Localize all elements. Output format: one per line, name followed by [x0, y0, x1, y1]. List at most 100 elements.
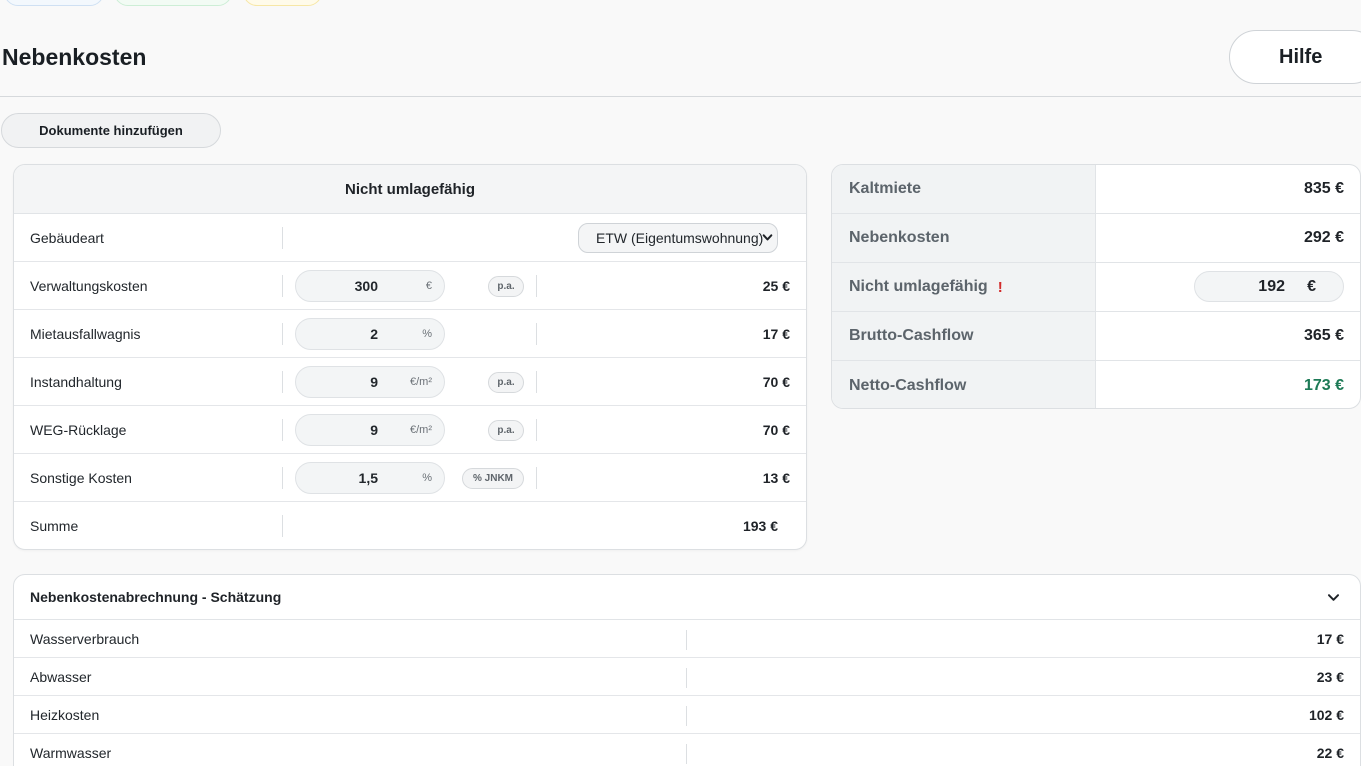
summary-label: Nicht umlagefähig ! [832, 263, 1096, 311]
warning-icon: ! [997, 278, 1003, 296]
input-value: 9 [370, 374, 378, 390]
period-tag[interactable]: p.a. [488, 372, 524, 393]
column-divider [282, 323, 283, 345]
cost-row-sonstige-kosten: Sonstige Kosten 1,5 % % JNKM 13 € [14, 454, 806, 502]
estimate-row-warmwasser: Warmwasser 22 € [14, 734, 1360, 766]
instandhaltung-input[interactable]: 9 €/m² [295, 366, 445, 398]
sonstige-kosten-input[interactable]: 1,5 % [295, 462, 445, 494]
chevron-down-icon[interactable] [1327, 591, 1340, 604]
top-pill-blue[interactable] [4, 0, 104, 6]
estimate-amount: 23 € [1316, 668, 1344, 685]
sum-row: Summe 193 € [14, 502, 806, 549]
summary-value: 173 € [1303, 376, 1344, 394]
column-divider [536, 371, 537, 393]
input-value: 9 [370, 422, 378, 438]
summary-row-nebenkosten: Nebenkosten 292 € [832, 214, 1360, 263]
top-pill-yellow[interactable] [243, 0, 322, 6]
input-value: 1,5 [358, 470, 378, 486]
column-divider [536, 275, 537, 297]
input-value: 300 [354, 278, 378, 294]
column-divider [536, 467, 537, 489]
building-type-row: Gebäudeart ETW (Eigentumswohnung) [14, 214, 806, 262]
column-divider [282, 371, 283, 393]
column-divider [282, 419, 283, 441]
period-tag[interactable]: p.a. [488, 276, 524, 297]
cashflow-summary-card: Kaltmiete 835 € Nebenkosten 292 € Nicht … [831, 164, 1361, 409]
input-value: 2 [370, 326, 378, 342]
mietausfallwagnis-input[interactable]: 2 % [295, 318, 445, 350]
estimate-amount: 102 € [1308, 706, 1344, 723]
building-type-selected: ETW (Eigentumswohnung) [596, 230, 764, 246]
summary-label: Kaltmiete [832, 165, 1096, 213]
period-tag[interactable]: p.a. [488, 420, 524, 441]
column-divider [686, 630, 687, 650]
page-title: Nebenkosten [2, 44, 147, 70]
column-divider [686, 668, 687, 688]
cost-row-mietausfallwagnis: Mietausfallwagnis 2 % 17 € [14, 310, 806, 358]
summary-row-netto-cashflow: Netto-Cashflow 173 € [832, 361, 1360, 408]
top-pill-green[interactable] [114, 0, 232, 6]
sum-amount: 193 € [742, 518, 778, 534]
summary-label: Nebenkosten [832, 214, 1096, 262]
cost-amount: 25 € [762, 277, 790, 294]
cost-label: Verwaltungskosten [30, 277, 148, 294]
estimate-title: Nebenkostenabrechnung - Schätzung [30, 589, 282, 605]
column-divider [282, 275, 283, 297]
header-divider [0, 96, 1361, 97]
cost-amount: 13 € [762, 469, 790, 486]
summary-value: 365 € [1303, 327, 1344, 344]
cost-label: Sonstige Kosten [30, 469, 132, 486]
estimate-row-abwasser: Abwasser 23 € [14, 658, 1360, 696]
column-divider [282, 227, 283, 249]
non-allocable-card: Nicht umlagefähig Gebäudeart ETW (Eigent… [13, 164, 807, 550]
utility-estimate-card: Nebenkostenabrechnung - Schätzung Wasser… [13, 574, 1361, 766]
cost-amount: 70 € [762, 373, 790, 390]
estimate-row-wasserverbrauch: Wasserverbrauch 17 € [14, 620, 1360, 658]
input-unit: € [425, 280, 432, 292]
building-type-select[interactable]: ETW (Eigentumswohnung) [578, 223, 778, 253]
basis-tag[interactable]: % JNKM [462, 468, 524, 489]
cost-amount: 17 € [762, 325, 790, 342]
column-divider [686, 744, 687, 764]
cost-amount: 70 € [762, 421, 790, 438]
cost-label: WEG-Rücklage [30, 421, 127, 438]
estimate-label: Wasserverbrauch [30, 630, 140, 647]
estimate-label: Heizkosten [30, 706, 100, 723]
cost-row-verwaltungskosten: Verwaltungskosten 300 € p.a. 25 € [14, 262, 806, 310]
chevron-down-icon [762, 234, 773, 241]
cost-label: Mietausfallwagnis [30, 325, 141, 342]
add-documents-button[interactable]: Dokumente hinzufügen [1, 113, 221, 148]
estimate-label: Warmwasser [30, 744, 112, 761]
weg-ruecklage-input[interactable]: 9 €/m² [295, 414, 445, 446]
verwaltungskosten-input[interactable]: 300 € [295, 270, 445, 302]
input-unit: € [1307, 277, 1316, 295]
cost-row-weg-ruecklage: WEG-Rücklage 9 €/m² p.a. 70 € [14, 406, 806, 454]
cost-label: Instandhaltung [30, 373, 122, 390]
nicht-umlagefaehig-input[interactable]: 192 € [1194, 271, 1344, 302]
estimate-row-heizkosten: Heizkosten 102 € [14, 696, 1360, 734]
input-unit: €/m² [410, 376, 432, 388]
input-unit: €/m² [410, 424, 432, 436]
non-allocable-title: Nicht umlagefähig [14, 165, 806, 214]
estimate-label: Abwasser [30, 668, 92, 685]
help-button[interactable]: Hilfe [1229, 30, 1361, 84]
summary-row-kaltmiete: Kaltmiete 835 € [832, 165, 1360, 214]
summary-label: Netto-Cashflow [832, 361, 1096, 408]
sum-label: Summe [30, 518, 79, 534]
column-divider [536, 419, 537, 441]
building-type-label: Gebäudeart [30, 229, 104, 246]
summary-label: Brutto-Cashflow [832, 312, 1096, 360]
input-value: 192 [1258, 277, 1285, 295]
input-unit: % [422, 328, 432, 340]
summary-row-nicht-umlagefaehig: Nicht umlagefähig ! 192 € [832, 263, 1360, 312]
cost-row-instandhaltung: Instandhaltung 9 €/m² p.a. 70 € [14, 358, 806, 406]
summary-row-brutto-cashflow: Brutto-Cashflow 365 € [832, 312, 1360, 361]
estimate-amount: 17 € [1316, 630, 1344, 647]
column-divider [282, 467, 283, 489]
column-divider [282, 515, 283, 537]
summary-label-text: Nicht umlagefähig [849, 278, 988, 295]
column-divider [536, 323, 537, 345]
estimate-amount: 22 € [1316, 744, 1344, 761]
summary-value: 292 € [1303, 229, 1344, 246]
estimate-accordion-header[interactable]: Nebenkostenabrechnung - Schätzung [14, 575, 1360, 620]
